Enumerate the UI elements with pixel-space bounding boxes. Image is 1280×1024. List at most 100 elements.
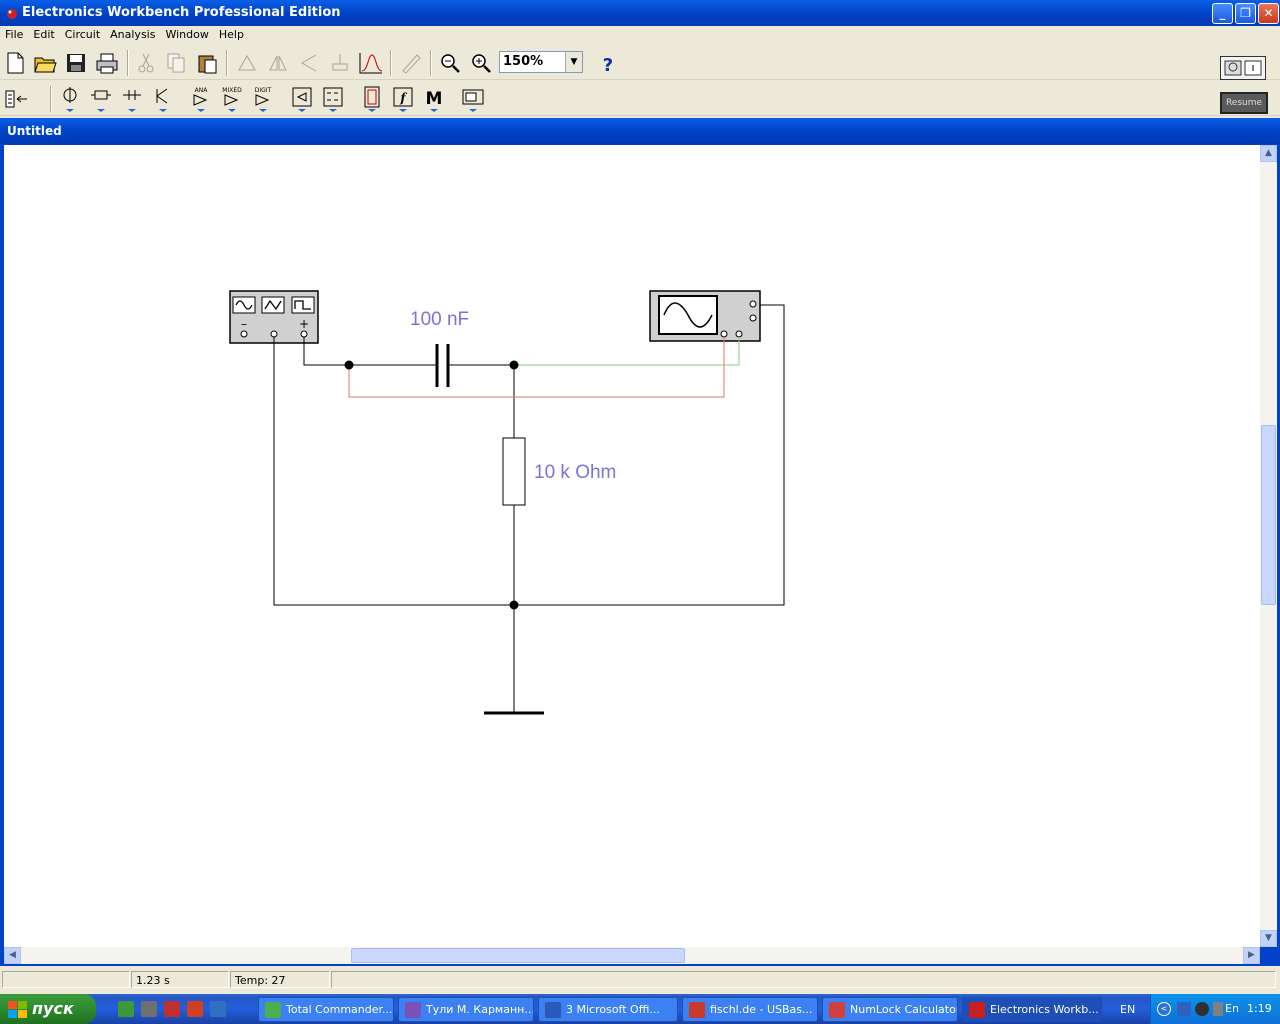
quicklaunch-icon[interactable] <box>141 1001 157 1017</box>
menu-circuit[interactable]: Circuit <box>60 26 105 41</box>
menu-help[interactable]: Help <box>214 26 249 41</box>
scroll-down-icon[interactable]: ▼ <box>1260 930 1277 947</box>
taskbar: пуск Total Commander... Тули М. Карманн.… <box>0 994 1280 1024</box>
controls-bin-button[interactable]: f <box>389 84 417 114</box>
speaker-icon[interactable] <box>1213 1002 1223 1016</box>
horizontal-scroll-thumb[interactable] <box>351 948 685 963</box>
flipflop-bin-icon <box>323 87 343 112</box>
diodes-bin-button[interactable] <box>118 84 146 114</box>
maximize-button[interactable]: ❐ <box>1235 3 1256 24</box>
task-button[interactable]: NumLock Calculator <box>822 997 958 1022</box>
indicators-bin-button[interactable] <box>358 84 386 114</box>
instruments-bin-button[interactable] <box>459 84 487 114</box>
mixed-ics-bin-button[interactable]: MIXED <box>218 84 246 114</box>
resume-button[interactable]: Resume <box>1220 92 1268 114</box>
rotate-button[interactable] <box>233 48 261 78</box>
transistors-bin-button[interactable] <box>149 84 177 114</box>
scroll-left-icon[interactable]: ◀ <box>4 947 21 964</box>
temperature: Temp: 27 <box>230 971 330 988</box>
favorites-bin-button[interactable] <box>2 84 30 114</box>
component-properties-button[interactable] <box>326 48 354 78</box>
scroll-right-icon[interactable]: ▶ <box>1243 947 1260 964</box>
save-icon <box>67 54 85 72</box>
main-toolbar <box>0 46 1280 80</box>
function-generator[interactable]: – + <box>229 290 319 344</box>
menu-edit[interactable]: Edit <box>28 26 59 41</box>
basic-bin-button[interactable] <box>87 84 115 114</box>
digital-ic-bin-icon: DIGIT <box>255 87 272 112</box>
menu-window[interactable]: Window <box>160 26 213 41</box>
print-button[interactable] <box>93 48 121 78</box>
power-switch[interactable] <box>1220 56 1266 80</box>
cut-button[interactable] <box>132 48 160 78</box>
tray-expand-icon[interactable]: < <box>1157 1002 1171 1016</box>
document-titlebar[interactable]: Untitled <box>0 118 1280 144</box>
oscilloscope[interactable] <box>649 290 761 342</box>
zoom-out-button[interactable] <box>436 48 464 78</box>
language-indicator[interactable]: EN <box>1120 1003 1135 1016</box>
resistor[interactable] <box>502 437 526 506</box>
zoom-in-icon <box>472 54 491 73</box>
task-button-active[interactable]: Electronics Workb... <box>962 997 1102 1022</box>
task-button[interactable]: fischl.de - USBas... <box>682 997 818 1022</box>
quicklaunch-icon[interactable] <box>187 1001 203 1017</box>
clock[interactable]: 1:19 <box>1247 1002 1272 1015</box>
task-label: Total Commander... <box>286 1003 393 1016</box>
close-button[interactable]: ✕ <box>1258 3 1279 24</box>
tray-icon[interactable] <box>1177 1002 1191 1016</box>
flip-horizontal-icon <box>269 55 287 71</box>
quicklaunch-icon[interactable] <box>164 1001 180 1017</box>
simulation-time: 1.23 s <box>131 971 229 988</box>
controls-bin-icon: f <box>393 87 413 112</box>
circuit-schematic[interactable]: – + 100 nF 10 k Ohm <box>4 145 1260 947</box>
start-label: пуск <box>32 999 74 1018</box>
task-icon <box>969 1002 985 1018</box>
circuit-canvas[interactable]: – + 100 nF 10 k Ohm <box>4 145 1260 947</box>
miscellaneous-bin-button[interactable]: M <box>420 84 448 114</box>
sources-bin-button[interactable] <box>56 84 84 114</box>
flip-horizontal-button[interactable] <box>264 48 292 78</box>
task-button[interactable]: Total Commander... <box>258 997 394 1022</box>
help-button[interactable]: ? <box>594 50 622 80</box>
svg-text:f: f <box>399 91 407 105</box>
capacitor[interactable] <box>434 343 452 388</box>
quicklaunch-icon[interactable] <box>210 1001 226 1017</box>
logic-gates-bin-button[interactable] <box>288 84 316 114</box>
chevron-down-icon[interactable]: ▼ <box>565 52 582 72</box>
minimize-button[interactable]: _ <box>1212 3 1233 24</box>
tray-icon[interactable] <box>1195 1002 1209 1016</box>
zoom-select[interactable]: 150% ▼ <box>499 51 583 73</box>
tray-language[interactable]: En <box>1225 1002 1239 1015</box>
task-icon <box>405 1002 421 1018</box>
window-titlebar[interactable]: Electronics Workbench Professional Editi… <box>0 0 1280 26</box>
menu-file[interactable]: File <box>0 26 28 41</box>
new-file-button[interactable] <box>1 48 29 78</box>
horizontal-scrollbar[interactable]: ◀ ▶ <box>4 947 1260 964</box>
system-tray: < En 1:19 <box>1150 994 1280 1024</box>
start-button[interactable]: пуск <box>0 994 96 1024</box>
vertical-scrollbar[interactable]: ▲ ▼ <box>1260 145 1277 947</box>
task-button[interactable]: Тули М. Карманн... <box>398 997 534 1022</box>
save-button[interactable] <box>62 48 90 78</box>
digital-bin-button[interactable] <box>319 84 347 114</box>
description-button[interactable] <box>397 48 425 78</box>
menu-analysis[interactable]: Analysis <box>105 26 160 41</box>
paste-button[interactable] <box>193 48 221 78</box>
open-file-button[interactable] <box>31 48 59 78</box>
scroll-up-icon[interactable]: ▲ <box>1260 145 1277 162</box>
analog-ic-bin-icon: ANA <box>193 87 208 112</box>
zoom-in-button[interactable] <box>467 48 495 78</box>
flip-vertical-button[interactable] <box>295 48 323 78</box>
zoom-out-icon <box>441 54 460 73</box>
vertical-scroll-thumb[interactable] <box>1261 425 1276 605</box>
task-button[interactable]: 3 Microsoft Offi... <box>538 997 678 1022</box>
scissors-icon <box>138 53 154 73</box>
digital-ics-bin-button[interactable]: DIGIT <box>249 84 277 114</box>
copy-button[interactable] <box>162 48 190 78</box>
status-bar: 1.23 s Temp: 27 <box>0 968 1280 990</box>
quicklaunch-icon[interactable] <box>118 1001 134 1017</box>
favorites-bin-icon <box>5 90 27 108</box>
power-switch-icon <box>1224 60 1262 76</box>
analog-ics-bin-button[interactable]: ANA <box>187 84 215 114</box>
create-subcircuit-button[interactable] <box>357 48 385 78</box>
